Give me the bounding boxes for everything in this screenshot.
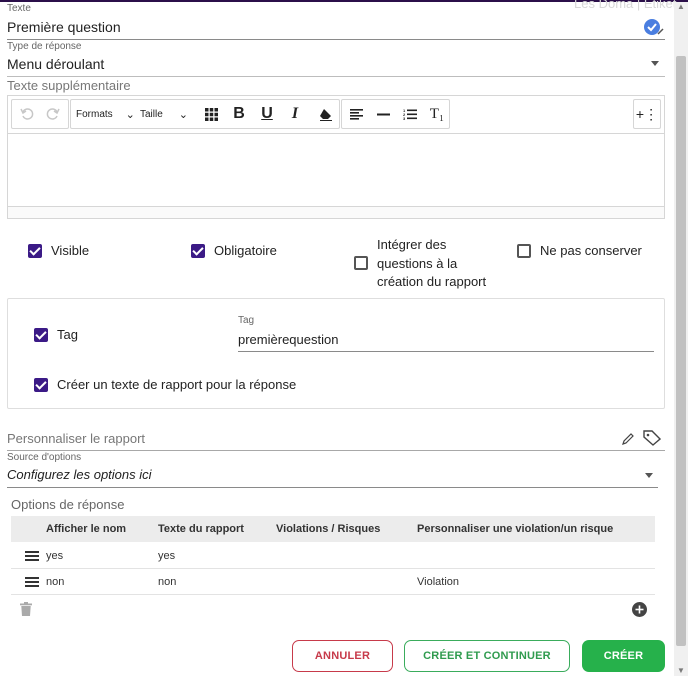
tag-checkbox[interactable]: [34, 328, 48, 342]
column-header: Texte du rapport: [158, 523, 244, 535]
clear-formatting-button[interactable]: T₁: [428, 100, 446, 128]
italic-button[interactable]: I: [286, 100, 304, 128]
tag-input[interactable]: premièrequestion: [238, 332, 338, 347]
source-options-select[interactable]: Configurez les options ici: [7, 467, 152, 482]
bold-button[interactable]: B: [230, 100, 248, 128]
editor-statusbar: [8, 206, 664, 218]
row-nom: non: [46, 576, 65, 588]
tag-checkbox-label: Tag: [57, 327, 78, 342]
tag-field-label: Tag: [238, 315, 255, 326]
add-option-icon[interactable]: [632, 602, 647, 617]
integrer-label: Intégrer des questions à la création du …: [377, 236, 486, 292]
type-reponse-label: Type de réponse: [7, 41, 82, 52]
tag-icon[interactable]: [643, 430, 662, 446]
taille-label: Taille: [140, 108, 163, 120]
table-row[interactable]: yes yes: [11, 543, 655, 569]
spellcheck-icon[interactable]: [644, 18, 664, 36]
column-header: Afficher le nom: [46, 523, 127, 535]
column-header: Violations / Risques: [276, 523, 381, 535]
svg-text:3: 3: [403, 116, 406, 120]
redo-icon[interactable]: [44, 100, 62, 128]
formats-label: Formats: [76, 108, 113, 120]
horizontal-rule-icon[interactable]: [374, 100, 392, 128]
personnaliser-underline: [7, 450, 665, 451]
texte-input[interactable]: Première question: [7, 19, 121, 35]
more-options-button[interactable]: +⋮: [634, 100, 660, 128]
edit-pencil-icon[interactable]: [622, 433, 634, 445]
taille-dropdown[interactable]: Taille ⌄: [140, 100, 196, 128]
editor-toolbar: Formats ⌄ Taille ⌄ B U I 1 2 3 T₁ +⋮: [8, 96, 664, 134]
drag-handle-icon[interactable]: [25, 551, 39, 561]
chevron-down-icon: ⌄: [178, 108, 189, 121]
align-left-icon[interactable]: [347, 100, 365, 128]
integrer-label-line: questions à la: [377, 255, 458, 271]
more-group: +⋮: [633, 99, 661, 129]
row-rapport: non: [158, 576, 177, 588]
ne-pas-conserver-checkbox[interactable]: [517, 244, 531, 258]
texte-underline: [7, 39, 665, 40]
formats-dropdown[interactable]: Formats ⌄: [76, 100, 136, 128]
history-group: [11, 99, 69, 129]
chevron-down-icon[interactable]: [651, 61, 659, 66]
table-icon[interactable]: [202, 100, 220, 128]
cancel-button[interactable]: ANNULER: [292, 640, 393, 672]
rapport-checkbox-label: Créer un texte de rapport pour la répons…: [57, 377, 297, 392]
rapport-checkbox[interactable]: [34, 378, 48, 392]
personnaliser-rapport-input[interactable]: Personnaliser le rapport: [7, 431, 145, 446]
eraser-icon[interactable]: [317, 100, 335, 128]
visible-label: Visible: [51, 243, 90, 258]
visible-checkbox[interactable]: [28, 244, 42, 258]
row-rapport: yes: [158, 550, 176, 562]
rich-text-editor[interactable]: Formats ⌄ Taille ⌄ B U I 1 2 3 T₁ +⋮: [7, 95, 665, 219]
type-reponse-select[interactable]: Menu déroulant: [7, 56, 104, 72]
tag-underline: [238, 351, 654, 352]
column-header: Personnaliser une violation/un risque: [417, 523, 614, 535]
row-personnaliser: Violation: [417, 576, 459, 588]
options-table-header: Afficher le nom Texte du rapport Violati…: [11, 516, 655, 542]
scroll-down-icon[interactable]: ▼: [676, 666, 686, 676]
trash-icon[interactable]: [20, 602, 32, 616]
drag-handle-icon[interactable]: [25, 577, 39, 587]
tag-card: [7, 298, 665, 409]
texte-label: Texte: [7, 3, 31, 14]
obligatoire-checkbox[interactable]: [191, 244, 205, 258]
scroll-up-icon[interactable]: ▲: [676, 2, 686, 12]
format-group: Formats ⌄ Taille ⌄ B U I: [70, 99, 340, 129]
texte-supplementaire-label: Texte supplémentaire: [7, 78, 131, 93]
create-button[interactable]: CRÉER: [582, 640, 665, 672]
background-title-text: Les Doma | Etiket: [574, 0, 677, 11]
ne-pas-conserver-label: Ne pas conserver: [540, 243, 642, 258]
type-reponse-underline: [7, 76, 665, 77]
scrollbar[interactable]: ▲ ▼: [674, 2, 688, 676]
source-options-label: Source d'options: [7, 452, 82, 463]
create-and-continue-button[interactable]: CRÉER ET CONTINUER: [404, 640, 570, 672]
integrer-label-line: création du rapport: [377, 274, 487, 289]
integrer-label-line: Intégrer des: [377, 237, 447, 252]
row-nom: yes: [46, 550, 64, 562]
scrollbar-thumb[interactable]: [676, 56, 686, 646]
chevron-down-icon[interactable]: [645, 473, 653, 478]
chevron-down-icon: ⌄: [125, 108, 135, 121]
options-title: Options de réponse: [11, 497, 125, 512]
source-options-underline: [7, 487, 658, 488]
undo-icon[interactable]: [18, 100, 36, 128]
table-row[interactable]: non non Violation: [11, 569, 655, 595]
paragraph-group: 123 T₁: [341, 99, 450, 129]
obligatoire-label: Obligatoire: [214, 243, 277, 258]
integrer-checkbox[interactable]: [354, 256, 368, 270]
underline-button[interactable]: U: [258, 100, 276, 128]
numbered-list-icon[interactable]: 123: [401, 100, 419, 128]
